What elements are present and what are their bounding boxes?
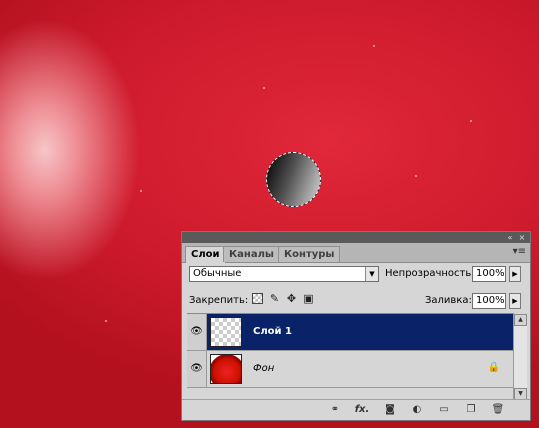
lock-label: Закрепить: (189, 295, 249, 306)
panel-footer: ⚭ fx. ◙ ◐ ▭ ❐ 🗑 (182, 399, 530, 420)
eye-icon[interactable]: 👁 (187, 314, 207, 350)
add-mask-icon[interactable]: ◙ (382, 403, 398, 417)
link-layers-icon[interactable]: ⚭ (327, 403, 343, 417)
lock-brush-icon[interactable]: ✎ (268, 292, 281, 305)
gradient-circle-selection[interactable] (266, 152, 321, 207)
adjustment-layer-icon[interactable]: ◐ (409, 403, 425, 417)
layer-row[interactable]: 👁 Слой 1 (187, 314, 514, 351)
layers-list: 👁 Слой 1 👁 Фон 🔒 (187, 313, 514, 401)
layer-row[interactable]: 👁 Фон 🔒 (187, 351, 514, 388)
tab-layers[interactable]: Слои (185, 246, 226, 263)
layer-name: Фон (253, 363, 275, 374)
canvas-speck (415, 175, 417, 177)
lock-all-icon[interactable]: ▣ (302, 292, 315, 305)
chevron-down-icon[interactable]: ▼ (365, 267, 378, 281)
layer-thumbnail (210, 354, 242, 384)
canvas-speck (470, 120, 472, 122)
canvas-speck (105, 320, 107, 322)
canvas-speck (373, 45, 375, 47)
blend-mode-select[interactable]: Обычные ▼ (189, 266, 379, 282)
fill-input[interactable]: 100% (472, 293, 506, 309)
delete-layer-icon[interactable]: 🗑 (490, 403, 506, 417)
close-panel-icon[interactable]: × (516, 232, 528, 243)
opacity-value: 100% (476, 268, 505, 279)
layers-panel: « × Слои Каналы Контуры ▾≡ Обычные ▼ Неп… (181, 231, 531, 421)
tab-channels[interactable]: Каналы (223, 246, 280, 262)
tab-paths[interactable]: Контуры (278, 246, 341, 262)
eye-icon[interactable]: 👁 (187, 351, 207, 387)
new-layer-icon[interactable]: ❐ (463, 403, 479, 417)
layers-scrollbar[interactable]: ▲ ▼ (513, 314, 527, 400)
new-group-icon[interactable]: ▭ (436, 403, 452, 417)
canvas-speck (140, 190, 142, 192)
panel-titlebar[interactable]: « × (182, 232, 530, 243)
fx-icon[interactable]: fx. (354, 403, 370, 417)
fill-label: Заливка: (425, 295, 472, 306)
layer-thumbnail (210, 317, 242, 347)
layer-name: Слой 1 (253, 326, 292, 337)
panel-tabs: Слои Каналы Контуры ▾≡ (182, 243, 530, 263)
opacity-label: Непрозрачность: (385, 268, 475, 279)
lock-transparent-icon[interactable] (252, 293, 263, 304)
opacity-stepper-icon[interactable]: ▶ (509, 266, 521, 282)
fill-stepper-icon[interactable]: ▶ (509, 293, 521, 309)
collapse-panel-icon[interactable]: « (504, 232, 516, 243)
blend-mode-value: Обычные (193, 268, 242, 279)
panel-menu-icon[interactable]: ▾≡ (513, 246, 526, 257)
fill-value: 100% (476, 295, 505, 306)
canvas-speck (263, 87, 265, 89)
opacity-input[interactable]: 100% (472, 266, 506, 282)
lock-icon: 🔒 (487, 362, 500, 373)
scroll-up-icon[interactable]: ▲ (514, 314, 527, 326)
lock-move-icon[interactable]: ✥ (285, 292, 298, 305)
